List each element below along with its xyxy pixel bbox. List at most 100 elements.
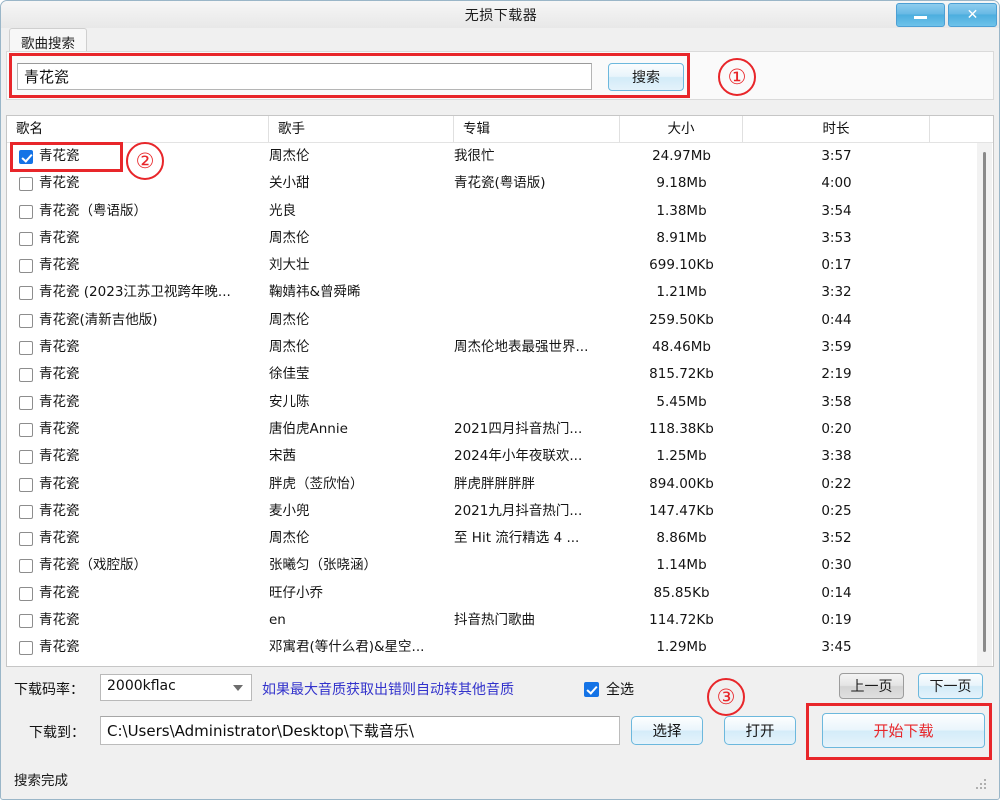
cell-artist: 光良: [269, 202, 296, 219]
open-folder-button[interactable]: 打开: [724, 716, 796, 745]
table-row[interactable]: 青花瓷 en 抖音热门歌曲 114.72Kb 0:19: [7, 607, 993, 634]
table-row[interactable]: 青花瓷 (2023江苏卫视跨年晚... 鞠婧祎&曾舜晞 1.21Mb 3:32: [7, 279, 993, 306]
table-row[interactable]: 青花瓷 关小甜 青花瓷(粤语版) 9.18Mb 4:00: [7, 170, 993, 197]
row-checkbox[interactable]: [19, 559, 33, 574]
cell-size: 118.38Kb: [649, 420, 714, 437]
column-header-artist[interactable]: 歌手: [269, 116, 454, 142]
row-checkbox[interactable]: [19, 286, 33, 301]
cell-size: 699.10Kb: [649, 257, 714, 274]
cell-duration: 3:57: [821, 148, 852, 164]
row-checkbox[interactable]: [19, 450, 33, 465]
cell-artist: 邓寓君(等什么君)&星空...: [269, 639, 425, 656]
row-checkbox[interactable]: [19, 150, 33, 164]
cell-album: 春晚红: [454, 662, 614, 666]
row-checkbox[interactable]: [19, 368, 33, 383]
cell-name: 青花瓷 (2023江苏卫视跨年晚...: [39, 284, 231, 301]
cell-size: 114.72Kb: [649, 612, 714, 629]
cell-artist: 周杰伦: [269, 530, 310, 547]
row-checkbox[interactable]: [19, 614, 33, 629]
row-checkbox[interactable]: [19, 231, 33, 246]
prev-page-button[interactable]: 上一页: [839, 673, 904, 699]
row-checkbox[interactable]: [19, 504, 33, 519]
search-input[interactable]: [17, 63, 592, 90]
table-row[interactable]: 青花瓷 刘大壮 699.10Kb 0:17: [7, 252, 993, 279]
table-row[interactable]: 青花瓷 龚玥 春晚红 26.41Mb4:05: [7, 662, 993, 666]
cell-duration: 3:59: [821, 339, 852, 356]
column-header-album[interactable]: 专辑: [454, 116, 620, 142]
search-panel: 搜索: [6, 51, 994, 100]
window-buttons: ✕: [896, 3, 997, 27]
table-row[interactable]: 青花瓷（戏腔版） 张曦匀（张晓涵） 1.14Mb 0:30: [7, 552, 993, 579]
table-row[interactable]: 青花瓷(清新吉他版) 周杰伦 259.50Kb 0:44: [7, 307, 993, 334]
cell-artist: 张曦匀（张晓涵）: [269, 557, 377, 574]
column-header-size[interactable]: 大小: [620, 116, 743, 142]
cell-name: 青花瓷（粤语版）: [39, 202, 147, 219]
cell-duration: 3:32: [821, 284, 852, 301]
column-header-name[interactable]: 歌名: [7, 116, 269, 142]
table-row[interactable]: 青花瓷 周杰伦 8.91Mb 3:53: [7, 225, 993, 252]
table-scrollbar-thumb[interactable]: [983, 152, 986, 652]
cell-size: 1.25Mb: [656, 448, 707, 465]
select-all-checkbox[interactable]: 全选: [584, 679, 634, 699]
cell-name: 青花瓷: [39, 662, 264, 666]
cell-album: [454, 252, 614, 279]
table-row[interactable]: 青花瓷 旺仔小乔 85.85Kb 0:14: [7, 580, 993, 607]
results-table: 歌名 歌手 专辑 大小 时长 青花瓷 周杰伦 我很忙 24.97Mb 3:57 青花瓷 关小…: [6, 115, 994, 667]
browse-folder-button[interactable]: 选择: [631, 716, 703, 745]
row-checkbox[interactable]: [19, 641, 33, 656]
cell-name: 青花瓷: [39, 420, 80, 437]
close-icon: ✕: [966, 7, 979, 23]
table-row[interactable]: 青花瓷 唐伯虎Annie 2021四月抖音热门... 118.38Kb 0:20: [7, 416, 993, 443]
close-button[interactable]: ✕: [948, 3, 997, 27]
cell-size: 1.38Mb: [656, 202, 707, 219]
row-checkbox[interactable]: [19, 204, 33, 219]
cell-size: 1.29Mb: [656, 639, 707, 656]
cell-duration: 4:00: [821, 175, 852, 192]
cell-artist: 安儿陈: [269, 393, 310, 410]
cell-name: 青花瓷(清新吉他版): [39, 311, 158, 328]
row-checkbox[interactable]: [19, 532, 33, 547]
cell-name: 青花瓷: [39, 475, 80, 492]
table-row[interactable]: 青花瓷 徐佳莹 815.72Kb 2:19: [7, 361, 993, 388]
column-header-duration[interactable]: 时长: [743, 116, 930, 142]
select-all-checkbox-box[interactable]: [584, 681, 599, 697]
bitrate-value: 2000kflac: [107, 678, 176, 694]
download-path-input[interactable]: [100, 716, 620, 745]
cell-name: 青花瓷: [39, 639, 80, 656]
cell-size: 26.41Mb: [620, 662, 743, 666]
cell-album: 我很忙: [454, 148, 495, 164]
next-page-button[interactable]: 下一页: [918, 673, 983, 699]
cell-duration: 0:17: [821, 257, 852, 274]
row-checkbox[interactable]: [19, 422, 33, 437]
row-checkbox[interactable]: [19, 177, 33, 192]
resize-grip[interactable]: [976, 779, 988, 791]
table-scrollbar[interactable]: [977, 143, 992, 666]
cell-size: 259.50Kb: [649, 311, 714, 328]
table-row[interactable]: 青花瓷 胖虎（莶欣怡） 胖虎胖胖胖胖 894.00Kb 0:22: [7, 471, 993, 498]
table-row[interactable]: 青花瓷 安儿陈 5.45Mb 3:58: [7, 389, 993, 416]
bitrate-hint: 如果最大音质获取出错则自动转其他音质: [262, 682, 514, 698]
row-checkbox[interactable]: [19, 586, 33, 601]
search-button[interactable]: 搜索: [608, 63, 684, 91]
bitrate-select[interactable]: 2000kflac: [100, 674, 252, 701]
row-checkbox[interactable]: [19, 477, 33, 492]
table-row[interactable]: 青花瓷 邓寓君(等什么君)&星空... 1.29Mb 3:45: [7, 634, 993, 661]
start-download-button[interactable]: 开始下载: [822, 713, 985, 748]
row-checkbox[interactable]: [19, 313, 33, 328]
app-window: 无损下载器 ✕ 歌曲搜索 搜索 ① 歌名 歌手 专辑 大小 时长 青花瓷周杰伦我…: [0, 0, 1000, 800]
cell-duration: 3:54: [821, 202, 852, 219]
table-row[interactable]: 青花瓷 周杰伦 周杰伦地表最强世界... 48.46Mb 3:59: [7, 334, 993, 361]
cell-duration: 3:38: [821, 448, 852, 465]
table-row[interactable]: 青花瓷 周杰伦 至 Hit 流行精选 4 ... 8.86Mb 3:52: [7, 525, 993, 552]
row-checkbox[interactable]: [19, 341, 33, 356]
table-row[interactable]: 青花瓷 宋茜 2024年小年夜联欢... 1.25Mb 3:38: [7, 443, 993, 470]
table-row[interactable]: 青花瓷 麦小兜 2021九月抖音热门... 147.47Kb 0:25: [7, 498, 993, 525]
minimize-icon: [914, 16, 927, 19]
table-row[interactable]: 青花瓷（粤语版） 光良 1.38Mb 3:54: [7, 198, 993, 225]
cell-album: [454, 389, 614, 416]
row-checkbox[interactable]: [19, 395, 33, 410]
tab-strip: 歌曲搜索: [1, 28, 999, 56]
table-row[interactable]: 青花瓷 周杰伦 我很忙 24.97Mb 3:57: [7, 143, 993, 170]
minimize-button[interactable]: [896, 3, 945, 27]
row-checkbox[interactable]: [19, 259, 33, 274]
